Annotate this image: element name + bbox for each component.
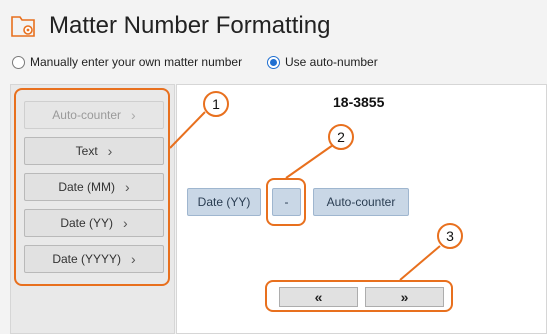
matter-number-preview: 18-3855 <box>333 94 385 110</box>
callout-badge-2: 2 <box>328 124 354 150</box>
callout-1-outline <box>14 88 170 286</box>
manual-number-label: Manually enter your own matter number <box>30 55 243 69</box>
page-title: Matter Number Formatting <box>49 12 331 39</box>
radio-indicator <box>12 55 25 69</box>
callout-badge-3: 3 <box>437 223 463 249</box>
callout-3-outline <box>265 280 453 312</box>
manual-number-radio[interactable]: Manually enter your own matter number <box>12 55 242 69</box>
radio-indicator <box>267 55 280 69</box>
segment-date-yy[interactable]: Date (YY) <box>187 188 261 216</box>
callout-2-outline <box>266 178 306 226</box>
segment-auto-counter[interactable]: Auto-counter <box>313 188 409 216</box>
header: Matter Number Formatting <box>0 0 547 50</box>
auto-number-radio[interactable]: Use auto-number <box>267 55 378 69</box>
numbering-options: Manually enter your own matter number Us… <box>0 55 547 75</box>
auto-number-label: Use auto-number <box>285 55 378 69</box>
callout-badge-1: 1 <box>203 91 229 117</box>
folder-gear-icon <box>11 16 35 37</box>
